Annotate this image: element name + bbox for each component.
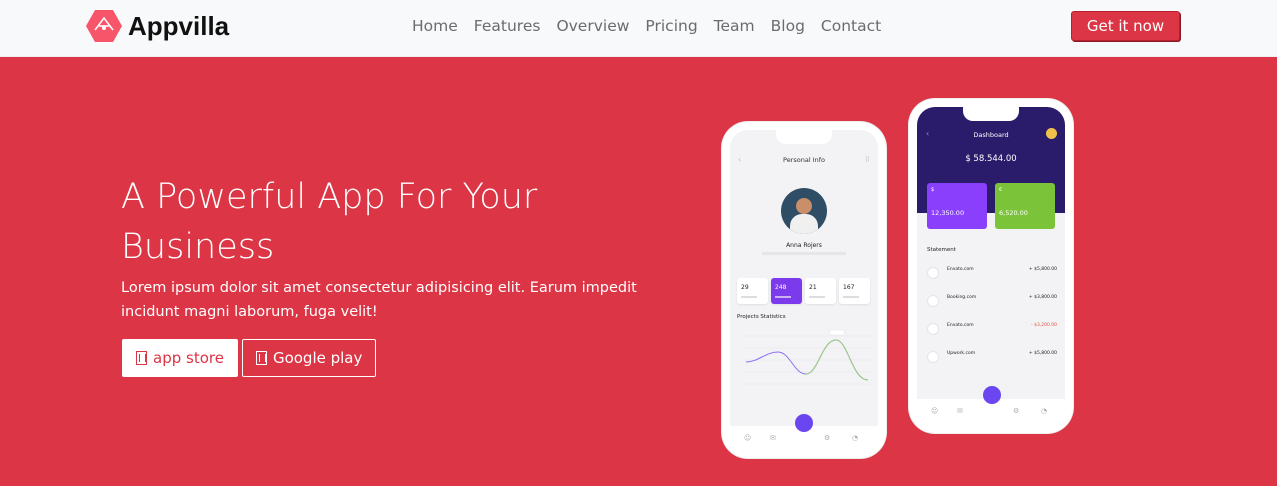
- app-store-label: app store: [153, 349, 224, 367]
- stat-value: 29: [741, 284, 749, 291]
- statement-title: Statement: [927, 247, 956, 253]
- transaction-icon: [927, 267, 939, 279]
- nav-link-contact[interactable]: Contact: [813, 15, 889, 37]
- mail-icon[interactable]: ✉: [770, 434, 776, 442]
- stat-card: 167: [839, 278, 870, 304]
- stat-value: 21: [809, 284, 817, 291]
- chart-pie-icon[interactable]: ◔: [1041, 407, 1047, 415]
- nav-link-overview[interactable]: Overview: [548, 15, 637, 37]
- card-amount: 12,350.00: [931, 209, 965, 217]
- user-icon[interactable]: ☺: [744, 434, 751, 442]
- transaction-icon: [927, 323, 939, 335]
- stat-value: 167: [843, 284, 855, 291]
- phone-screen-profile: ‹ Personal Info ⠿ Anna Rojers 29 248 21 …: [730, 130, 878, 450]
- google-play-button[interactable]: Google play: [241, 339, 377, 377]
- app-store-glyph-icon: [136, 351, 147, 365]
- google-play-label: Google play: [272, 349, 363, 367]
- hero-title: A Powerful App For Your Business: [121, 177, 538, 267]
- transaction-icon: [927, 351, 939, 363]
- get-it-now-button[interactable]: Get it now: [1071, 11, 1180, 41]
- brand[interactable]: Appvilla: [86, 9, 229, 43]
- transaction-icon: [927, 295, 939, 307]
- transaction-row[interactable]: Upwork.com + $5,800.00: [927, 349, 1057, 371]
- stat-card: 29: [737, 278, 768, 304]
- nav-link-team[interactable]: Team: [706, 15, 763, 37]
- phone-mockup-profile: ‹ Personal Info ⠿ Anna Rojers 29 248 21 …: [722, 122, 886, 458]
- nav-link-features[interactable]: Features: [466, 15, 549, 37]
- brand-name: Appvilla: [128, 10, 230, 41]
- transaction-row[interactable]: Booking.com + $3,800.00: [927, 293, 1057, 315]
- nav-links: Home Features Overview Pricing Team Blog…: [404, 15, 889, 37]
- balance-card-usd[interactable]: $ 12,350.00: [927, 183, 987, 229]
- stat-label-placeholder: [741, 296, 757, 298]
- currency-symbol: $: [931, 187, 935, 193]
- dashboard-title: Dashboard: [973, 131, 1009, 139]
- phone-screen-dashboard: ‹ Dashboard $ 58.544.00 $ 12,350.00 € 6,…: [917, 107, 1065, 425]
- monitor-fab-button[interactable]: [983, 386, 1001, 404]
- nav-link-blog[interactable]: Blog: [763, 15, 813, 37]
- phone-notch: [963, 107, 1019, 121]
- user-icon[interactable]: ☺: [931, 407, 938, 415]
- transaction-amount: + $3,800.00: [1028, 295, 1057, 300]
- google-play-glyph-icon: [255, 351, 267, 365]
- grid-icon: ⠿: [864, 156, 870, 164]
- hero-text: Lorem ipsum dolor sit amet consectetur a…: [121, 280, 637, 320]
- phone-mockup-dashboard: ‹ Dashboard $ 58.544.00 $ 12,350.00 € 6,…: [909, 99, 1073, 433]
- transaction-name: Upwork.com: [947, 351, 976, 356]
- chart-pie-icon[interactable]: ◔: [852, 434, 858, 442]
- stat-card-active: 248: [771, 278, 802, 304]
- stat-label-placeholder: [843, 296, 859, 298]
- currency-symbol: €: [999, 187, 1003, 193]
- nav-link-pricing[interactable]: Pricing: [637, 15, 705, 37]
- profile-screen-title: Personal Info: [783, 156, 825, 164]
- transaction-amount: + $5,800.00: [1028, 267, 1057, 272]
- avatar[interactable]: [1046, 128, 1057, 139]
- avatar: [781, 188, 827, 234]
- transaction-name: Booking.com: [947, 295, 977, 300]
- balance-amount: $ 58.544.00: [965, 154, 1017, 164]
- projects-line-chart: [744, 329, 872, 385]
- transaction-name: Envato.com: [947, 267, 974, 272]
- profile-subtitle-placeholder: [762, 252, 846, 255]
- nav-link-home[interactable]: Home: [404, 15, 466, 37]
- stat-label-placeholder: [809, 296, 825, 298]
- app-store-button[interactable]: app store: [122, 339, 238, 377]
- mail-icon[interactable]: ✉: [957, 407, 963, 415]
- transaction-row[interactable]: Envato.com - $3,200.00: [927, 321, 1057, 343]
- store-buttons: app store Google play: [122, 339, 377, 377]
- navbar: Appvilla Home Features Overview Pricing …: [0, 0, 1277, 57]
- transaction-row[interactable]: Envato.com + $5,800.00: [927, 265, 1057, 287]
- stat-value: 248: [775, 284, 787, 291]
- phone-notch: [776, 130, 832, 144]
- profile-user-name: Anna Rojers: [786, 242, 822, 249]
- settings-icon[interactable]: ⚙: [1013, 407, 1019, 415]
- transaction-name: Envato.com: [947, 323, 974, 328]
- brand-logo-icon: [86, 9, 122, 43]
- card-amount: 6,520.00: [999, 209, 1028, 217]
- stat-card: 21: [805, 278, 836, 304]
- transaction-amount: + $5,800.00: [1028, 351, 1057, 356]
- transaction-amount: - $3,200.00: [1031, 323, 1057, 328]
- monitor-fab-button[interactable]: [795, 414, 813, 432]
- settings-icon[interactable]: ⚙: [824, 434, 830, 442]
- stat-label-placeholder: [775, 296, 791, 298]
- projects-statistics-title: Projects Statistics: [737, 314, 786, 320]
- balance-card-eur[interactable]: € 6,520.00: [995, 183, 1055, 229]
